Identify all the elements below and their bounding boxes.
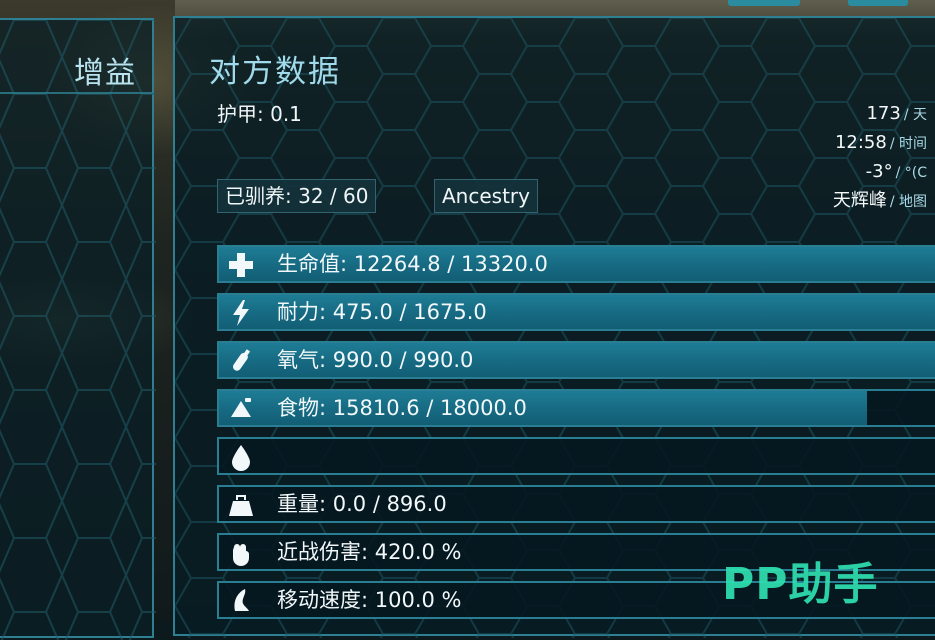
health-cross-icon (227, 251, 255, 279)
top-hud-tab (848, 0, 908, 6)
foot-icon (227, 587, 255, 615)
top-hud-tab (728, 0, 800, 6)
stat-label: 耐力: 475.0 / 1675.0 (277, 300, 487, 324)
stat-stamina: 耐力: 475.0 / 1675.0 (217, 293, 935, 331)
armor-value: 护甲: 0.1 (217, 102, 302, 126)
hex-pattern (0, 20, 156, 640)
buffs-panel: 增益 (0, 18, 156, 640)
lightning-icon (227, 299, 255, 327)
stat-label: 近战伤害: 420.0 % (277, 540, 462, 564)
tamed-count-badge: 已驯养: 32 / 60 (217, 179, 377, 213)
map-line: 天辉峰 / 地图 (832, 190, 927, 211)
temperature-line: -3° / °(C (865, 161, 927, 182)
stat-oxygen: 氧气: 990.0 / 990.0 (217, 341, 935, 379)
buffs-title: 增益 (74, 56, 136, 91)
food-icon (227, 395, 255, 423)
ancestry-button[interactable]: Ancestry (434, 179, 538, 213)
day-line: 173/ 天 (866, 103, 927, 124)
stat-label: 移动速度: 100.0 % (277, 588, 462, 612)
stat-water (217, 437, 935, 475)
stat-label: 生命值: 12264.8 / 13320.0 (277, 252, 548, 276)
fist-icon (227, 539, 255, 567)
stat-weight: 重量: 0.0 / 896.0 (217, 485, 935, 523)
stat-label: 氧气: 990.0 / 990.0 (277, 348, 474, 372)
panel-title: 对方数据 (209, 54, 341, 90)
stat-food: 食物: 15810.6 / 18000.0 (217, 389, 935, 427)
weight-icon (227, 491, 255, 519)
divider (0, 92, 152, 94)
target-data-panel: 对方数据 护甲: 0.1 173/ 天 12:58/ 时间 -3° / °(C 天… (173, 16, 935, 638)
stat-health: 生命值: 12264.8 / 13320.0 (217, 245, 935, 283)
stat-label: 食物: 15810.6 / 18000.0 (277, 396, 527, 420)
water-drop-icon (227, 443, 255, 471)
stat-label: 重量: 0.0 / 896.0 (277, 492, 447, 516)
time-line: 12:58/ 时间 (834, 132, 927, 153)
oxygen-tank-icon (227, 347, 255, 375)
watermark-logo: PP助手 (722, 559, 879, 610)
world-info: 173/ 天 12:58/ 时间 -3° / °(C 天辉峰 / 地图 (833, 100, 927, 216)
